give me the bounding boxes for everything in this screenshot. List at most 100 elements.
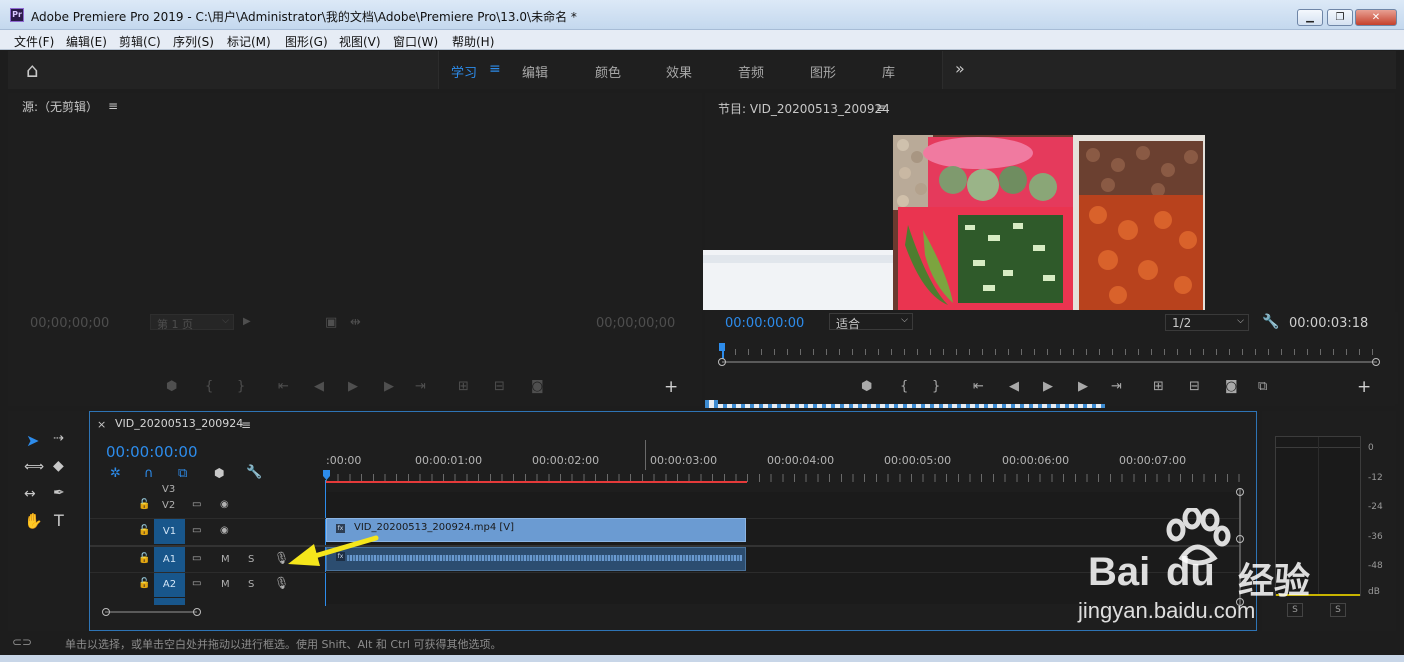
timeline-playhead-timecode[interactable]: 00:00:00:00 — [106, 443, 198, 461]
type-tool-icon[interactable]: T — [54, 511, 64, 530]
workspace-tab-graphics[interactable]: 图形 — [810, 62, 836, 81]
sync-lock-icon[interactable]: ▭ — [192, 499, 201, 510]
mute-track-button[interactable]: M — [221, 579, 230, 590]
workspace-tab-learn[interactable]: 学习 — [451, 62, 477, 81]
nest-toggle-icon[interactable]: ✲ — [110, 466, 121, 481]
workspace-menu-icon[interactable]: ≡ — [489, 61, 501, 77]
razor-tool-icon[interactable]: ◆ — [53, 458, 64, 474]
export-frame-icon[interactable]: ◙ — [531, 379, 544, 394]
sync-lock-icon[interactable]: ▭ — [192, 525, 201, 536]
step-back-icon[interactable]: ◀ — [314, 379, 324, 394]
sync-lock-icon[interactable]: ▭ — [192, 578, 201, 589]
track-label-v2[interactable]: V2 — [162, 500, 175, 511]
scrollbar-handle-left[interactable] — [718, 358, 726, 366]
track-target-a3[interactable] — [154, 598, 185, 605]
scrollbar-handle-top[interactable] — [1236, 488, 1244, 496]
timeline-close-icon[interactable]: × — [97, 418, 106, 431]
workspace-tab-color[interactable]: 颜色 — [595, 62, 621, 81]
selection-tool-icon[interactable]: ➤ — [26, 431, 39, 450]
solo-track-button[interactable]: S — [248, 554, 254, 565]
play-icon[interactable]: ▶ — [1043, 379, 1053, 394]
home-icon[interactable]: ⌂ — [26, 58, 39, 82]
audio-clip[interactable]: fx — [326, 547, 746, 571]
step-forward-icon[interactable]: ▶ — [1078, 379, 1088, 394]
sync-lock-icon[interactable]: ▭ — [192, 553, 201, 564]
pen-tool-icon[interactable]: ✒ — [53, 485, 65, 501]
step-back-icon[interactable]: ◀ — [1009, 379, 1019, 394]
lock-icon[interactable]: 🔓 — [138, 525, 150, 536]
lock-icon[interactable]: 🔓 — [138, 553, 150, 564]
slip-tool-icon[interactable]: ↔ — [24, 486, 36, 502]
timeline-time-ruler[interactable]: :00:00 00:00:01:00 00:00:02:00 00:00:03:… — [326, 446, 1241, 486]
extract-icon[interactable]: ⊟ — [1189, 379, 1200, 394]
mark-in-icon[interactable]: { — [205, 379, 213, 394]
voice-over-record-mic-icon[interactable]: 🎙 — [274, 576, 289, 590]
menu-window[interactable]: 窗口(W) — [393, 33, 438, 50]
source-monitor-title[interactable]: 源:（无剪辑） — [22, 98, 98, 115]
timeline-panel-menu-icon[interactable]: ≡ — [241, 418, 251, 432]
menu-file[interactable]: 文件(F) — [14, 33, 54, 50]
scrollbar-handle-right[interactable] — [193, 608, 201, 616]
workspace-tab-effects[interactable]: 效果 — [666, 62, 692, 81]
menu-help[interactable]: 帮助(H) — [452, 33, 494, 50]
linked-selection-icon[interactable]: ⧉ — [178, 466, 187, 481]
scrollbar-handle-mid[interactable] — [1236, 535, 1244, 543]
workspace-tab-libraries[interactable]: 库 — [882, 62, 895, 81]
scrollbar-handle-left[interactable] — [102, 608, 110, 616]
go-to-in-icon[interactable]: ⇤ — [278, 379, 289, 394]
snap-magnet-icon[interactable]: ∩ — [144, 466, 154, 481]
menu-marker[interactable]: 标记(M) — [227, 33, 271, 50]
menu-sequence[interactable]: 序列(S) — [173, 33, 214, 50]
go-to-out-icon[interactable]: ⇥ — [1111, 379, 1122, 394]
program-panel-menu-icon[interactable]: ≡ — [876, 101, 886, 115]
wrench-icon[interactable]: 🔧 — [1262, 314, 1279, 330]
video-clip[interactable]: fx VID_20200513_200924.mp4 [V] — [326, 518, 746, 542]
menu-graphics[interactable]: 图形(G) — [285, 33, 328, 50]
workspace-tab-audio[interactable]: 音频 — [738, 62, 764, 81]
export-frame-icon[interactable]: ◙ — [1225, 379, 1238, 394]
program-playhead-marker[interactable] — [719, 343, 725, 351]
step-forward-icon[interactable]: ▶ — [384, 379, 394, 394]
program-playhead-timecode[interactable]: 00:00:00:00 — [725, 316, 804, 331]
ripple-edit-tool-icon[interactable]: ⟺ — [24, 459, 44, 475]
menu-view[interactable]: 视图(V) — [339, 33, 381, 50]
source-page-select[interactable]: 第 1 页 ⌵ — [150, 314, 234, 331]
insert-icon[interactable]: ⊞ — [458, 379, 469, 394]
minimize-button[interactable]: ▁ — [1297, 9, 1323, 26]
comparison-view-icon[interactable]: ⧉ — [1258, 379, 1267, 394]
eye-icon[interactable]: ◉ — [220, 499, 229, 510]
workspace-tab-edit[interactable]: 编辑 — [522, 62, 548, 81]
mark-out-icon[interactable]: } — [237, 379, 245, 394]
scrollbar-handle-right[interactable] — [1372, 358, 1380, 366]
track-select-tool-icon[interactable]: ⇢ — [53, 431, 64, 446]
close-button[interactable]: ✕ — [1355, 9, 1397, 26]
go-to-in-icon[interactable]: ⇤ — [973, 379, 984, 394]
menu-edit[interactable]: 编辑(E) — [66, 33, 107, 50]
track-target-a2[interactable]: A2 — [154, 573, 185, 597]
add-marker-icon[interactable]: ⬢ — [214, 466, 224, 480]
menu-clip[interactable]: 剪辑(C) — [119, 33, 161, 50]
track-target-a1[interactable]: A1 — [154, 547, 185, 572]
playback-resolution-select[interactable]: 1/2 ⌵ — [1165, 314, 1249, 331]
program-add-button[interactable]: + — [1357, 377, 1371, 397]
lock-icon[interactable]: 🔓 — [138, 578, 150, 589]
hand-tool-icon[interactable]: ✋ — [24, 512, 43, 530]
overwrite-icon[interactable]: ⊟ — [494, 379, 505, 394]
mark-out-icon[interactable]: } — [932, 379, 940, 394]
solo-track-button[interactable]: S — [248, 579, 254, 590]
add-marker-icon[interactable]: ⬢ — [166, 379, 177, 394]
source-add-button[interactable]: + — [664, 377, 678, 397]
lift-icon[interactable]: ⊞ — [1153, 379, 1164, 394]
source-panel-menu-icon[interactable]: ≡ — [108, 99, 118, 113]
mark-in-icon[interactable]: { — [900, 379, 908, 394]
maximize-button[interactable]: ❐ — [1327, 9, 1353, 26]
timeline-header-scrollbar[interactable] — [102, 608, 202, 616]
source-playhead-timecode[interactable]: 00;00;00;00 — [30, 316, 109, 331]
add-marker-icon[interactable]: ⬢ — [861, 379, 872, 394]
play-icon[interactable]: ▶ — [348, 379, 358, 394]
program-zoom-scrollbar[interactable] — [718, 358, 1382, 366]
go-to-out-icon[interactable]: ⇥ — [415, 379, 426, 394]
program-monitor-title[interactable]: 节目: VID_20200513_200924 — [718, 100, 890, 117]
timeline-settings-wrench-icon[interactable]: 🔧 — [246, 465, 262, 480]
track-target-v1[interactable]: V1 — [154, 519, 185, 544]
